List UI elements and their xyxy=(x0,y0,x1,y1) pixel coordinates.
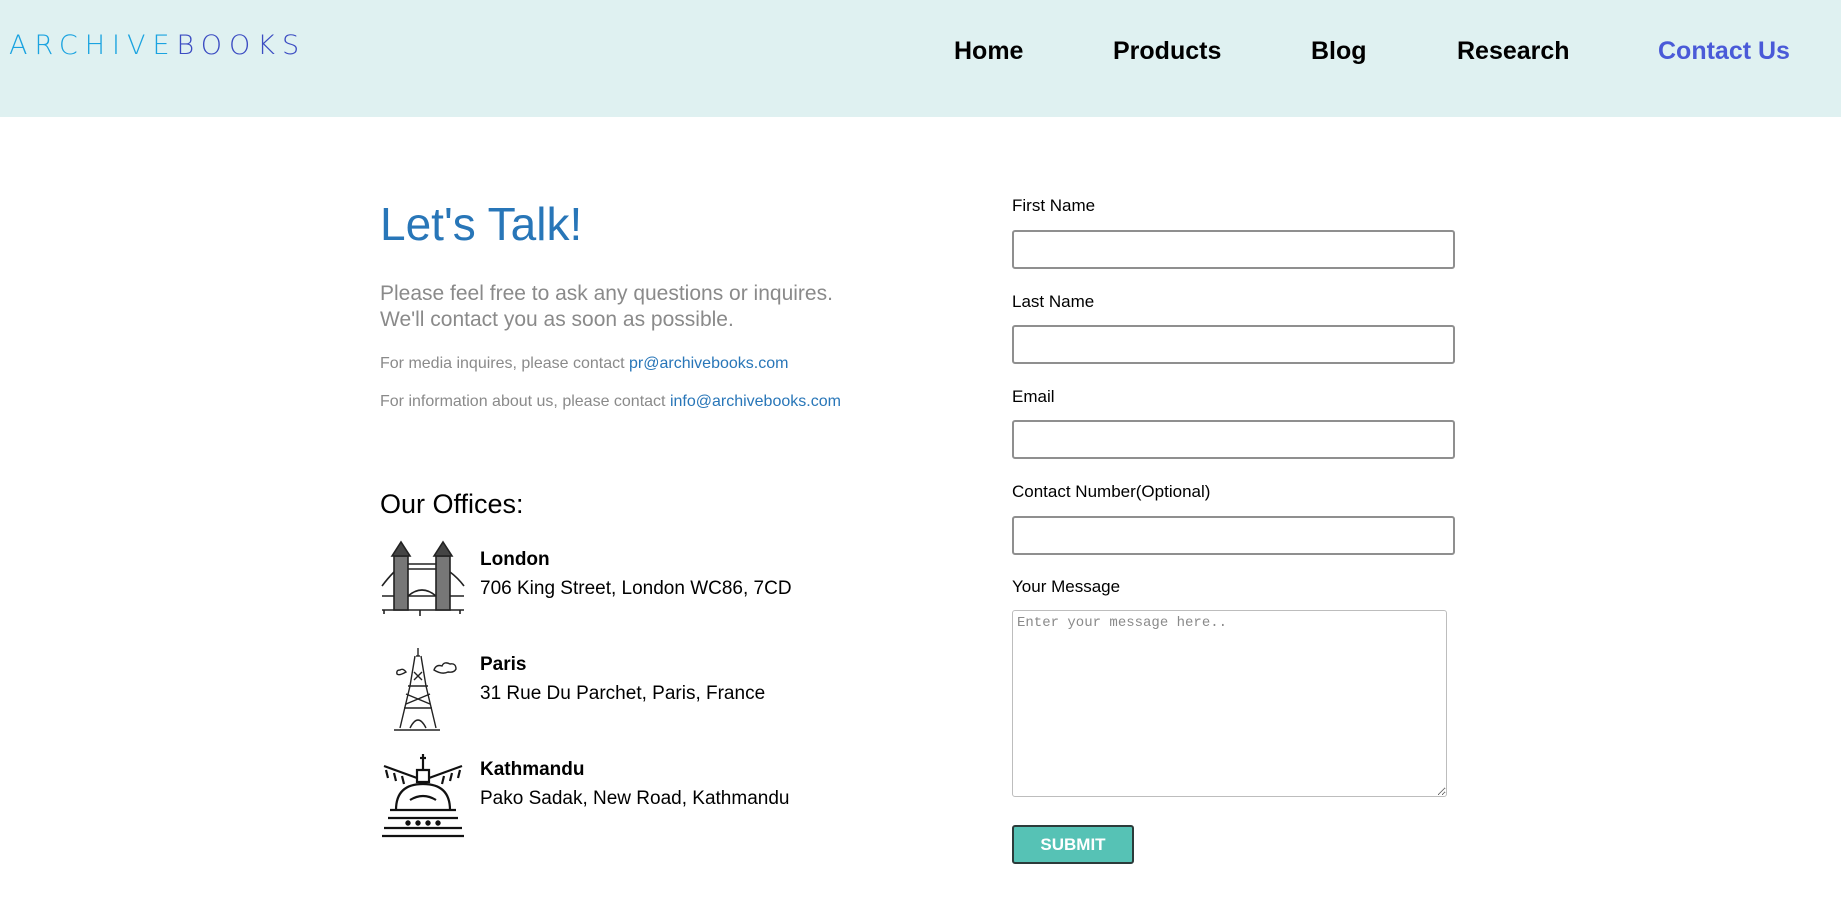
info-email-link[interactable]: info@archivebooks.com xyxy=(670,393,841,410)
site-header: ARCHIVEBOOKS Home Products Blog Research… xyxy=(0,0,1841,117)
intro-text: Please feel free to ask any questions or… xyxy=(380,281,833,333)
info-contact-prefix: For information about us, please contact xyxy=(380,393,670,410)
office-city-london: London xyxy=(480,549,550,570)
nav-blog[interactable]: Blog xyxy=(1311,37,1367,66)
submit-button[interactable]: SUBMIT xyxy=(1012,825,1134,864)
message-textarea[interactable] xyxy=(1012,610,1447,797)
nav-research[interactable]: Research xyxy=(1457,37,1570,66)
intro-line-2: We'll contact you as soon as possible. xyxy=(380,308,734,331)
media-contact-line: For media inquires, please contact pr@ar… xyxy=(380,355,788,373)
office-city-kathmandu: Kathmandu xyxy=(480,759,585,780)
offices-heading: Our Offices: xyxy=(380,489,524,519)
office-address-kathmandu: Pako Sadak, New Road, Kathmandu xyxy=(480,788,790,809)
stupa-icon xyxy=(382,754,464,838)
first-name-label: First Name xyxy=(1012,196,1096,215)
nav-home[interactable]: Home xyxy=(954,37,1023,66)
intro-line-1: Please feel free to ask any questions or… xyxy=(380,282,833,305)
contact-number-label: Contact Number(Optional) xyxy=(1012,482,1211,501)
message-label: Your Message xyxy=(1012,577,1121,596)
eiffel-tower-icon xyxy=(394,648,457,731)
email-label: Email xyxy=(1012,387,1055,406)
office-address-paris: 31 Rue Du Parchet, Paris, France xyxy=(480,683,766,704)
archivebooks-logo[interactable]: ARCHIVEBOOKS xyxy=(9,30,306,61)
page-title: Let's Talk! xyxy=(380,198,583,250)
info-contact-line: For information about us, please contact… xyxy=(380,393,841,411)
first-name-input[interactable] xyxy=(1012,230,1455,269)
logo-part-books: BOOKS xyxy=(176,30,307,61)
contact-number-input[interactable] xyxy=(1012,516,1455,555)
last-name-input[interactable] xyxy=(1012,325,1455,364)
nav-products[interactable]: Products xyxy=(1113,37,1221,66)
media-email-link[interactable]: pr@archivebooks.com xyxy=(629,355,788,372)
last-name-label: Last Name xyxy=(1012,292,1095,311)
logo-part-archive: ARCHIVE xyxy=(9,30,177,61)
email-input[interactable] xyxy=(1012,420,1455,459)
office-city-paris: Paris xyxy=(480,654,527,675)
office-address-london: 706 King Street, London WC86, 7CD xyxy=(480,578,792,599)
media-contact-prefix: For media inquires, please contact xyxy=(380,355,630,372)
tower-bridge-icon xyxy=(381,540,465,616)
nav-contact-us[interactable]: Contact Us xyxy=(1658,37,1790,66)
